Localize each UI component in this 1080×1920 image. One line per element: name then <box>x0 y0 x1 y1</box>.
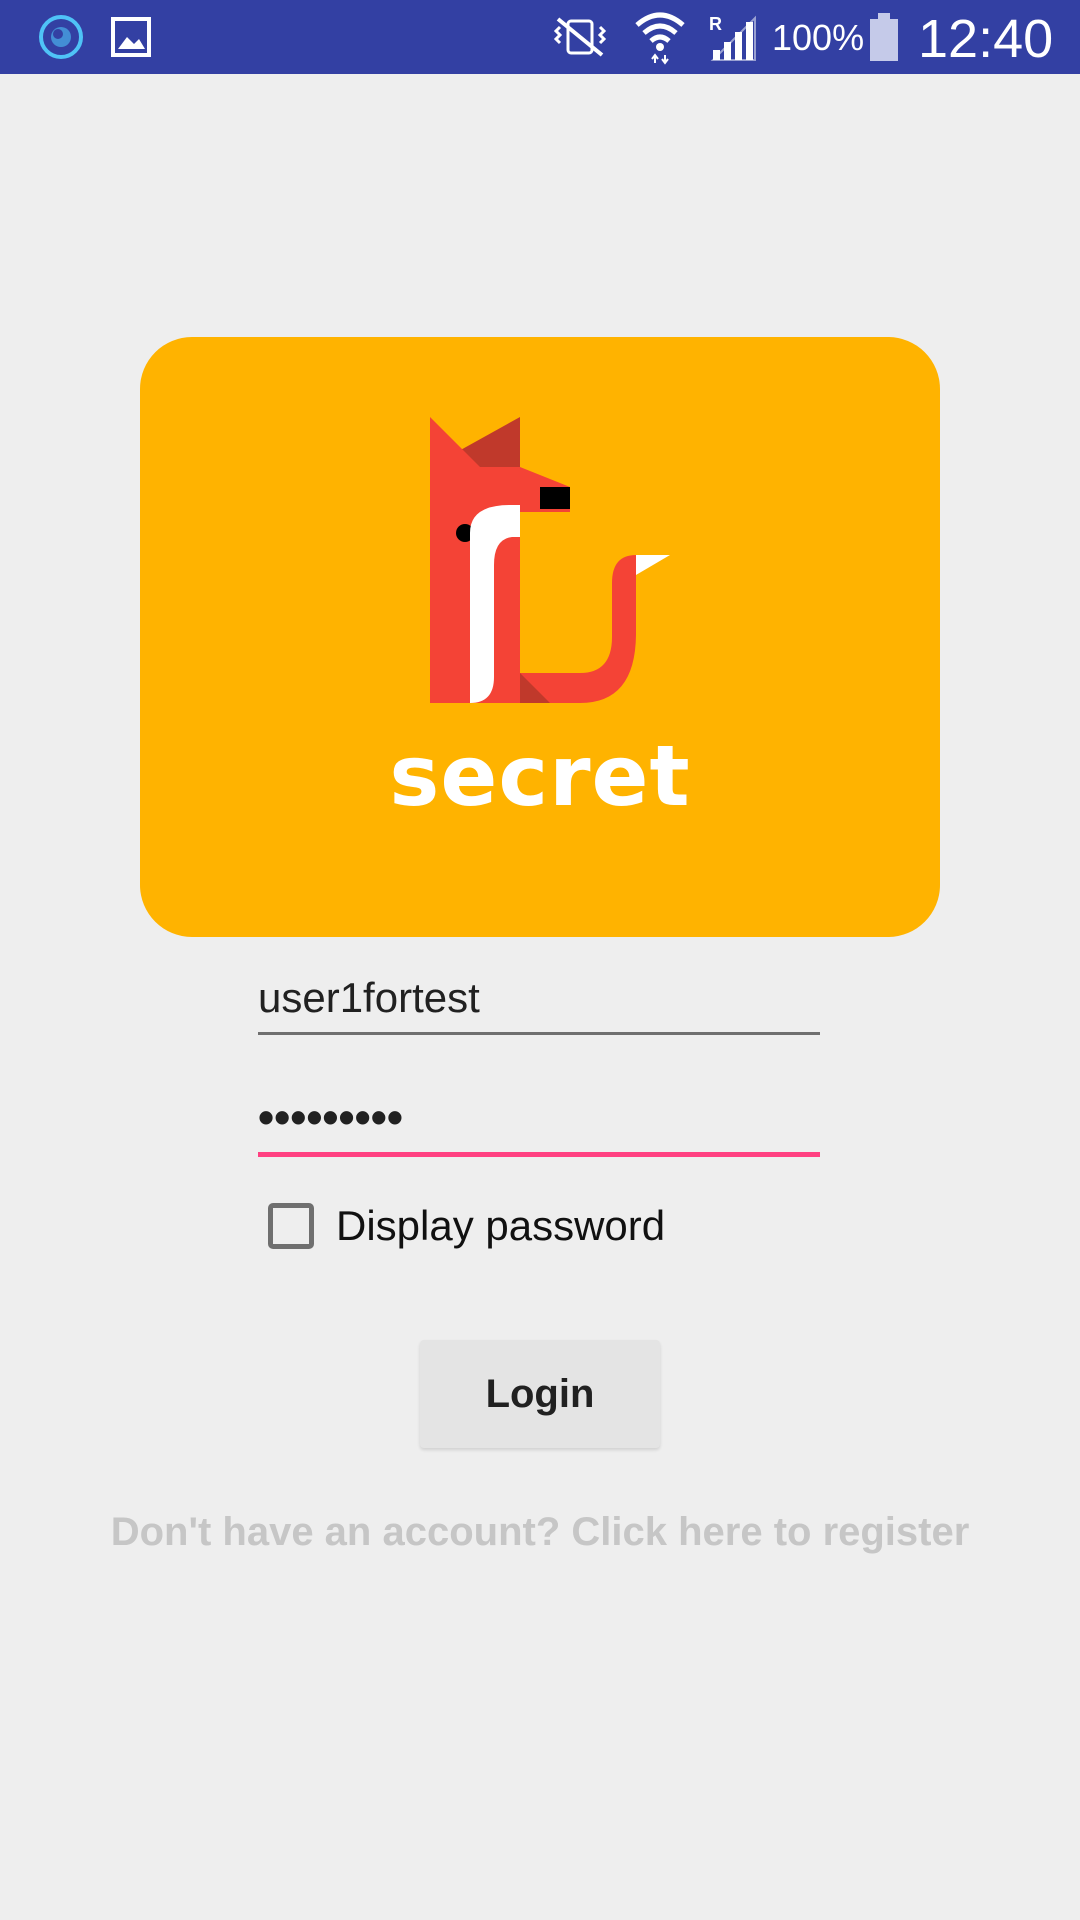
battery-percent: 100% <box>772 17 865 58</box>
login-screen: R 100% 12:40 secret user1fortest •••••••… <box>0 0 1080 1920</box>
fox-logo-icon <box>430 417 670 703</box>
vibrate-mute-icon <box>548 0 612 74</box>
password-field[interactable]: ••••••••• <box>258 1080 820 1157</box>
clock-time: 12:40 <box>918 9 1054 69</box>
logo-text: secret <box>389 727 691 825</box>
wifi-icon <box>632 0 688 74</box>
image-icon <box>108 0 154 74</box>
display-password-checkbox-row[interactable]: Display password <box>268 1196 665 1256</box>
display-password-label: Display password <box>336 1202 666 1249</box>
register-link[interactable]: Don't have an account? Click here to reg… <box>0 1510 1080 1555</box>
status-bar: R 100% 12:40 <box>0 0 1080 74</box>
login-button[interactable]: Login <box>420 1340 660 1448</box>
password-value: ••••••••• <box>258 1091 403 1143</box>
battery-icon <box>866 0 902 74</box>
display-password-checkbox[interactable] <box>268 1203 314 1249</box>
signal-roaming-icon: R <box>706 0 760 74</box>
svg-text:R: R <box>709 14 722 34</box>
username-value: user1fortest <box>258 974 480 1021</box>
username-field[interactable]: user1fortest <box>258 960 820 1035</box>
logo-card: secret <box>140 337 940 937</box>
circular-app-icon <box>34 0 88 74</box>
